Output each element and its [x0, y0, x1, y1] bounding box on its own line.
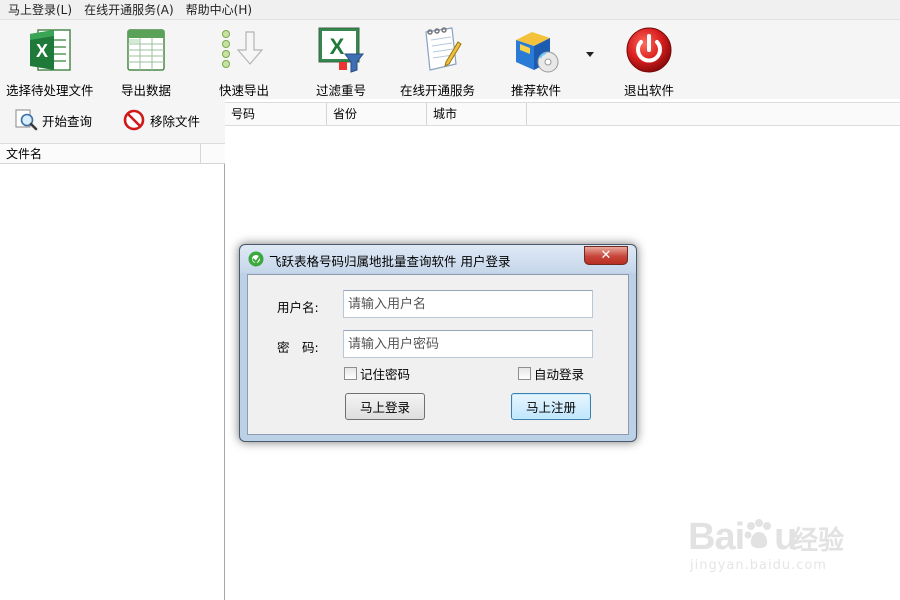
- filename-column-header[interactable]: 文件名: [0, 144, 201, 164]
- login-button[interactable]: 马上登录: [345, 393, 425, 420]
- dialog-title-bar[interactable]: 飞跃表格号码归属地批量查询软件 用户登录 ✕: [240, 245, 636, 273]
- dropdown-arrow-icon[interactable]: [586, 52, 594, 57]
- exit-software-button[interactable]: 退出软件: [623, 24, 675, 99]
- svg-text:X: X: [36, 41, 48, 61]
- excel-file-icon: X: [24, 24, 76, 76]
- quick-export-label: 快速导出: [218, 83, 269, 98]
- dialog-body: 用户名: 密 码: 记住密码 自动登录 马上登录 马上注册: [247, 274, 629, 435]
- login-dialog: 飞跃表格号码归属地批量查询软件 用户登录 ✕ 用户名: 密 码: 记住密码 自动…: [239, 244, 637, 442]
- dialog-title: 飞跃表格号码归属地批量查询软件 用户登录: [269, 254, 511, 269]
- menu-help-center[interactable]: 帮助中心(H): [180, 0, 258, 20]
- power-icon: [623, 24, 675, 76]
- watermark-jingyan: 经验: [792, 526, 845, 556]
- recommended-software-button[interactable]: 推荐软件: [510, 24, 562, 99]
- watermark-url: jingyan.baidu.com: [690, 558, 827, 573]
- remember-password-checkbox[interactable]: 记住密码: [344, 364, 410, 383]
- svg-text:X: X: [330, 34, 345, 59]
- username-label: 用户名:: [277, 300, 319, 315]
- software-box-icon: [510, 24, 562, 76]
- password-label: 密 码:: [277, 340, 319, 355]
- menu-online-service[interactable]: 在线开通服务(A): [78, 0, 180, 20]
- register-button[interactable]: 马上注册: [511, 393, 591, 420]
- dialog-close-button[interactable]: ✕: [584, 246, 628, 265]
- online-service-button[interactable]: 在线开通服务: [400, 24, 475, 99]
- file-list-toolbar: 开始查询 移除文件: [0, 99, 225, 143]
- remove-file-button[interactable]: 移除文件: [122, 108, 200, 132]
- start-query-label: 开始查询: [42, 113, 93, 129]
- number-column-header[interactable]: 号码: [225, 103, 327, 125]
- export-data-button[interactable]: 导出数据: [120, 24, 172, 99]
- select-file-button[interactable]: X 选择待处理文件: [6, 24, 94, 99]
- notepad-pencil-icon: [412, 24, 464, 76]
- spreadsheet-icon: [120, 24, 172, 76]
- city-column-header[interactable]: 城市: [427, 103, 527, 125]
- results-grid-header: 号码 省份 城市: [225, 102, 900, 126]
- file-list-header: 文件名: [0, 143, 225, 164]
- select-file-label: 选择待处理文件: [6, 83, 94, 98]
- quick-export-button[interactable]: 快速导出: [218, 24, 270, 99]
- baidu-jingyan-watermark: Bai u 经验 jingyan.baidu.com: [688, 500, 888, 580]
- exit-software-label: 退出软件: [623, 83, 674, 98]
- recommended-software-label: 推荐软件: [510, 83, 561, 98]
- password-input[interactable]: [343, 330, 593, 358]
- export-data-label: 导出数据: [120, 83, 171, 98]
- excel-filter-icon: X: [315, 24, 367, 76]
- remember-password-label: 记住密码: [360, 367, 411, 382]
- username-input[interactable]: [343, 290, 593, 318]
- remember-password-box[interactable]: [344, 367, 357, 380]
- download-arrow-icon: [218, 24, 270, 76]
- auto-login-label: 自动登录: [534, 367, 585, 382]
- menu-login[interactable]: 马上登录(L): [2, 0, 78, 20]
- auto-login-box[interactable]: [518, 367, 531, 380]
- watermark-logo: Bai u: [688, 516, 797, 558]
- remove-file-label: 移除文件: [150, 113, 201, 129]
- filter-duplicates-label: 过滤重号: [315, 83, 366, 98]
- menu-bar: 马上登录(L) 在线开通服务(A) 帮助中心(H): [0, 0, 900, 20]
- filter-duplicates-button[interactable]: X 过滤重号: [315, 24, 367, 99]
- magnifier-icon: [14, 108, 38, 132]
- paw-icon: [744, 519, 774, 552]
- start-query-button[interactable]: 开始查询: [14, 108, 92, 132]
- close-icon: ✕: [600, 248, 612, 263]
- auto-login-checkbox[interactable]: 自动登录: [518, 364, 584, 383]
- province-column-header[interactable]: 省份: [327, 103, 427, 125]
- app-logo-icon: [248, 251, 264, 267]
- online-service-label: 在线开通服务: [400, 83, 476, 98]
- file-list-panel: 开始查询 移除文件 文件名: [0, 99, 225, 600]
- main-toolbar: X 选择待处理文件 导出数据 快速导出 X 过滤重号 在线开通服务 推荐软件 退…: [0, 20, 900, 99]
- prohibited-icon: [122, 108, 146, 132]
